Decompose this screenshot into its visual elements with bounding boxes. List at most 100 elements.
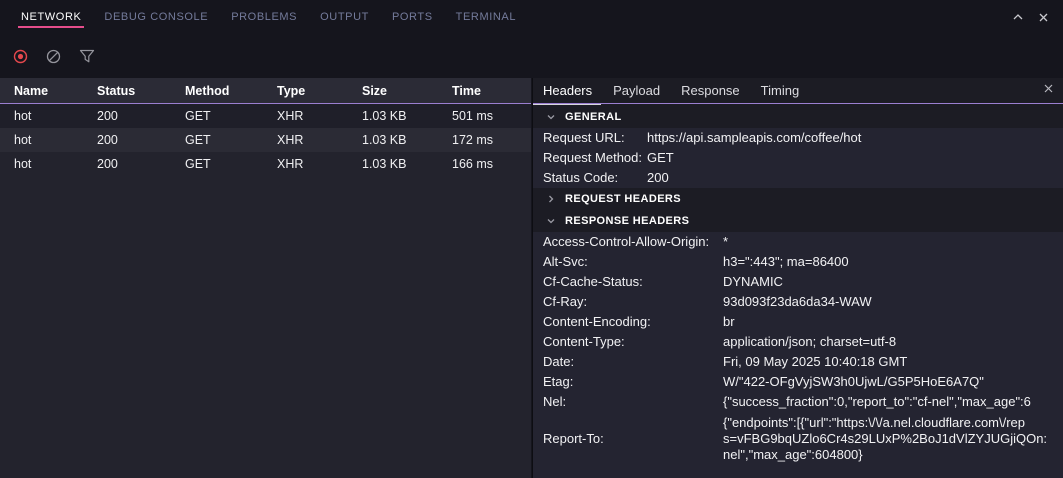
- close-panel-icon[interactable]: [1038, 12, 1049, 23]
- section-response-headers[interactable]: RESPONSE HEADERS: [533, 210, 1063, 232]
- header-row: Cf-Ray: 93d093f23da6da34-WAW: [533, 292, 1063, 312]
- cell-type: XHR: [277, 109, 362, 123]
- cell-name: hot: [14, 133, 97, 147]
- cell-status: 200: [97, 157, 185, 171]
- chevron-right-icon: [546, 194, 556, 204]
- header-value: application/json; charset=utf-8: [723, 334, 1063, 349]
- header-value: *: [723, 234, 1063, 249]
- header-value: W/"422-OFgVyjSW3h0UjwL/G5P5HoE6A7Q": [723, 374, 1063, 389]
- header-value: 93d093f23da6da34-WAW: [723, 294, 1063, 309]
- cell-size: 1.03 KB: [362, 109, 452, 123]
- header-value-line: s=vFBG9bqUZlo6Cr4s29LUxP%2BoJ1dVlZYJUGji…: [723, 431, 1063, 447]
- section-title: RESPONSE HEADERS: [565, 215, 689, 227]
- header-row: Request Method: GET: [533, 148, 1063, 168]
- section-general[interactable]: GENERAL: [533, 106, 1063, 128]
- header-value: Fri, 09 May 2025 10:40:18 GMT: [723, 354, 1063, 369]
- tab-timing[interactable]: Timing: [761, 78, 800, 104]
- header-key: Request Method:: [543, 150, 647, 165]
- cell-size: 1.03 KB: [362, 157, 452, 171]
- filter-icon[interactable]: [72, 42, 101, 71]
- tab-problems[interactable]: PROBLEMS: [231, 0, 297, 34]
- header-value: h3=":443"; ma=86400: [723, 254, 1063, 269]
- header-key: Access-Control-Allow-Origin:: [543, 234, 723, 249]
- header-key: Request URL:: [543, 130, 647, 145]
- header-key: Content-Type:: [543, 334, 723, 349]
- header-value-line: {"endpoints":[{"url":"https:\/\/a.nel.cl…: [723, 415, 1063, 431]
- cell-status: 200: [97, 133, 185, 147]
- panel-tab-bar: NETWORK DEBUG CONSOLE PROBLEMS OUTPUT PO…: [0, 0, 1063, 34]
- table-row[interactable]: hot 200 GET XHR 1.03 KB 501 ms: [0, 104, 531, 128]
- cell-type: XHR: [277, 157, 362, 171]
- cell-name: hot: [14, 109, 97, 123]
- cell-method: GET: [185, 133, 277, 147]
- tab-network[interactable]: NETWORK: [21, 0, 81, 34]
- header-key: Cf-Cache-Status:: [543, 274, 723, 289]
- col-method[interactable]: Method: [185, 84, 277, 98]
- section-title: REQUEST HEADERS: [565, 193, 681, 205]
- record-icon[interactable]: [6, 42, 35, 71]
- header-row: Alt-Svc: h3=":443"; ma=86400: [533, 252, 1063, 272]
- clear-block-icon[interactable]: [39, 42, 68, 71]
- header-value: {"endpoints":[{"url":"https:\/\/a.nel.cl…: [723, 415, 1063, 463]
- header-key: Etag:: [543, 374, 723, 389]
- col-name[interactable]: Name: [14, 84, 97, 98]
- tab-output[interactable]: OUTPUT: [320, 0, 369, 34]
- tab-ports[interactable]: PORTS: [392, 0, 433, 34]
- header-row: Report-To: {"endpoints":[{"url":"https:\…: [533, 412, 1063, 465]
- chevron-up-icon[interactable]: [1012, 12, 1024, 22]
- header-value: https://api.sampleapis.com/coffee/hot: [647, 130, 1063, 145]
- col-type[interactable]: Type: [277, 84, 362, 98]
- chevron-down-icon: [546, 112, 556, 122]
- cell-size: 1.03 KB: [362, 133, 452, 147]
- devtools-network-panel: NETWORK DEBUG CONSOLE PROBLEMS OUTPUT PO…: [0, 0, 1063, 478]
- tab-headers[interactable]: Headers: [543, 78, 592, 104]
- header-row: Content-Type: application/json; charset=…: [533, 332, 1063, 352]
- tab-debug-console[interactable]: DEBUG CONSOLE: [104, 0, 208, 34]
- response-header-rows: Access-Control-Allow-Origin: * Alt-Svc: …: [533, 232, 1063, 478]
- general-rows: Request URL: https://api.sampleapis.com/…: [533, 128, 1063, 188]
- header-row: Request URL: https://api.sampleapis.com/…: [533, 128, 1063, 148]
- cell-time: 501 ms: [452, 109, 531, 123]
- section-request-headers[interactable]: REQUEST HEADERS: [533, 188, 1063, 210]
- table-row[interactable]: hot 200 GET XHR 1.03 KB 172 ms: [0, 128, 531, 152]
- header-row: Content-Encoding: br: [533, 312, 1063, 332]
- header-row: Access-Control-Allow-Origin: *: [533, 232, 1063, 252]
- cell-method: GET: [185, 157, 277, 171]
- header-row: Cf-Cache-Status: DYNAMIC: [533, 272, 1063, 292]
- col-size[interactable]: Size: [362, 84, 452, 98]
- header-value-line: nel","max_age":604800}: [723, 447, 1063, 463]
- header-key: Alt-Svc:: [543, 254, 723, 269]
- col-status[interactable]: Status: [97, 84, 185, 98]
- cell-time: 172 ms: [452, 133, 531, 147]
- header-value: br: [723, 314, 1063, 329]
- header-row: Etag: W/"422-OFgVyjSW3h0UjwL/G5P5HoE6A7Q…: [533, 372, 1063, 392]
- close-details-icon[interactable]: [1043, 83, 1054, 94]
- header-key: Content-Encoding:: [543, 314, 723, 329]
- section-title: GENERAL: [565, 111, 622, 123]
- col-time[interactable]: Time: [452, 84, 531, 98]
- header-key: Report-To:: [543, 431, 723, 446]
- tab-payload[interactable]: Payload: [613, 78, 660, 104]
- request-details-panel: Headers Payload Response Timing GENERAL …: [532, 78, 1063, 478]
- header-key: Status Code:: [543, 170, 647, 185]
- header-row: Nel: {"success_fraction":0,"report_to":"…: [533, 392, 1063, 412]
- table-row[interactable]: hot 200 GET XHR 1.03 KB 166 ms: [0, 152, 531, 176]
- header-row: Status Code: 200: [533, 168, 1063, 188]
- header-value: 200: [647, 170, 1063, 185]
- tab-response[interactable]: Response: [681, 78, 740, 104]
- requests-table: Name Status Method Type Size Time hot 20…: [0, 78, 531, 478]
- chevron-down-icon: [546, 216, 556, 226]
- requests-table-header: Name Status Method Type Size Time: [0, 78, 531, 104]
- header-value: DYNAMIC: [723, 274, 1063, 289]
- details-body: GENERAL Request URL: https://api.samplea…: [533, 106, 1063, 478]
- cell-name: hot: [14, 157, 97, 171]
- cell-status: 200: [97, 109, 185, 123]
- cell-method: GET: [185, 109, 277, 123]
- header-key: Cf-Ray:: [543, 294, 723, 309]
- header-row: Date: Fri, 09 May 2025 10:40:18 GMT: [533, 352, 1063, 372]
- cell-time: 166 ms: [452, 157, 531, 171]
- cell-type: XHR: [277, 133, 362, 147]
- header-value: GET: [647, 150, 1063, 165]
- header-value: {"success_fraction":0,"report_to":"cf-ne…: [723, 394, 1063, 409]
- tab-terminal[interactable]: TERMINAL: [456, 0, 516, 34]
